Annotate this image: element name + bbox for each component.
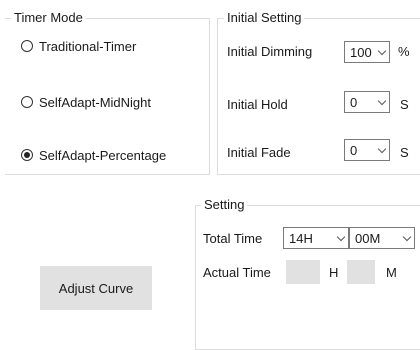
initial-hold-value: 0 bbox=[350, 94, 358, 110]
chevron-down-icon[interactable] bbox=[375, 140, 389, 160]
actual-time-hours-field[interactable] bbox=[286, 260, 320, 284]
radio-label: SelfAdapt-Percentage bbox=[39, 147, 167, 163]
adjust-curve-label: Adjust Curve bbox=[58, 280, 134, 296]
setting-group: Setting Total Time 14H 00M Actual Time H… bbox=[195, 197, 420, 350]
radio-selfadapt-percentage[interactable]: SelfAdapt-Percentage bbox=[21, 146, 166, 164]
initial-hold-unit: S bbox=[400, 97, 409, 112]
initial-hold-label: Initial Hold bbox=[227, 97, 288, 112]
timer-mode-title: Timer Mode bbox=[11, 10, 86, 25]
initial-fade-select[interactable]: 0 bbox=[344, 139, 390, 161]
initial-fade-label: Initial Fade bbox=[227, 145, 291, 160]
total-time-minutes-value: 00M bbox=[355, 230, 381, 246]
chevron-down-icon[interactable] bbox=[400, 228, 414, 248]
radio-circle-selected[interactable] bbox=[21, 149, 33, 161]
radio-circle[interactable] bbox=[21, 40, 33, 52]
setting-title: Setting bbox=[201, 197, 248, 212]
total-time-minutes-select[interactable]: 00M bbox=[349, 227, 415, 249]
total-time-label: Total Time bbox=[203, 231, 263, 246]
initial-fade-unit: S bbox=[400, 145, 409, 160]
total-time-hours-value: 14H bbox=[289, 230, 313, 246]
initial-hold-select[interactable]: 0 bbox=[344, 91, 390, 113]
initial-dimming-value: 100 bbox=[350, 44, 372, 60]
chevron-down-icon[interactable] bbox=[375, 42, 389, 62]
radio-traditional-timer[interactable]: Traditional-Timer bbox=[21, 37, 136, 55]
initial-setting-title: Initial Setting bbox=[224, 10, 305, 25]
total-time-hours-select[interactable]: 14H bbox=[283, 227, 349, 249]
actual-time-label: Actual Time bbox=[203, 265, 271, 280]
radio-dot bbox=[24, 152, 30, 158]
actual-time-minutes-field[interactable] bbox=[347, 260, 375, 284]
initial-dimming-unit: % bbox=[398, 44, 410, 59]
adjust-curve-button[interactable]: Adjust Curve bbox=[40, 266, 152, 310]
radio-label: Traditional-Timer bbox=[39, 38, 137, 54]
radio-label: SelfAdapt-MidNight bbox=[39, 94, 151, 110]
timer-mode-group: Timer Mode Traditional-Timer SelfAdapt-M… bbox=[5, 10, 210, 175]
initial-fade-value: 0 bbox=[350, 142, 358, 158]
actual-time-hours-unit: H bbox=[329, 265, 339, 280]
chevron-down-icon[interactable] bbox=[375, 92, 389, 112]
radio-circle[interactable] bbox=[21, 96, 33, 108]
chevron-down-icon[interactable] bbox=[334, 228, 348, 248]
radio-selfadapt-midnight[interactable]: SelfAdapt-MidNight bbox=[21, 93, 151, 111]
actual-time-minutes-unit: M bbox=[386, 265, 397, 280]
initial-dimming-label: Initial Dimming bbox=[227, 44, 313, 59]
initial-setting-group: Initial Setting Initial Dimming 100 % In… bbox=[217, 10, 420, 175]
initial-dimming-select[interactable]: 100 bbox=[344, 41, 390, 63]
